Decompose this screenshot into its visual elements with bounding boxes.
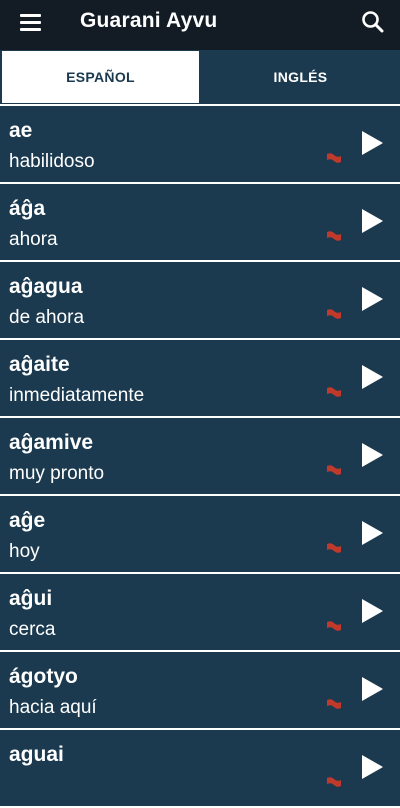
flag-icon[interactable] xyxy=(326,230,342,242)
flag-icon[interactable] xyxy=(326,386,342,398)
guarani-word: aĝamive xyxy=(9,431,94,454)
translation: hacia aquí xyxy=(9,697,97,718)
list-item[interactable]: aĝaite inmediatamente xyxy=(0,340,400,418)
play-icon[interactable] xyxy=(360,754,384,780)
play-icon[interactable] xyxy=(360,520,384,546)
translation: inmediatamente xyxy=(9,385,145,406)
play-icon[interactable] xyxy=(360,130,384,156)
language-tabs: ESPAÑOL INGLÉS xyxy=(0,50,400,104)
list-item[interactable]: aĝe hoy xyxy=(0,496,400,574)
list-item[interactable]: aguai xyxy=(0,730,400,808)
list-item[interactable]: ae habilidoso xyxy=(0,106,400,184)
translation: hoy xyxy=(9,541,40,562)
play-icon[interactable] xyxy=(360,208,384,234)
guarani-word: ágotyo xyxy=(9,665,78,688)
translation: habilidoso xyxy=(9,151,95,172)
list-item[interactable]: aĝamive muy pronto xyxy=(0,418,400,496)
play-icon[interactable] xyxy=(360,442,384,468)
word-list: ae habilidoso áĝa ahora aĝagua de ahora … xyxy=(0,106,400,808)
translation: muy pronto xyxy=(9,463,105,484)
guarani-word: aĝaite xyxy=(9,353,70,376)
flag-icon[interactable] xyxy=(326,152,342,164)
app-title: Guarani Ayvu xyxy=(80,9,218,32)
search-icon[interactable] xyxy=(359,8,387,36)
flag-icon[interactable] xyxy=(326,776,342,788)
play-icon[interactable] xyxy=(360,676,384,702)
guarani-word: aĝagua xyxy=(9,275,83,298)
flag-icon[interactable] xyxy=(326,620,342,632)
flag-icon[interactable] xyxy=(326,698,342,710)
list-item[interactable]: áĝa ahora xyxy=(0,184,400,262)
menu-icon[interactable] xyxy=(18,11,44,37)
play-icon[interactable] xyxy=(360,364,384,390)
flag-icon[interactable] xyxy=(326,464,342,476)
play-icon[interactable] xyxy=(360,598,384,624)
guarani-word: aĝe xyxy=(9,509,46,532)
translation: cerca xyxy=(9,619,56,640)
flag-icon[interactable] xyxy=(326,542,342,554)
translation: ahora xyxy=(9,229,58,250)
list-item[interactable]: aĝagua de ahora xyxy=(0,262,400,340)
guarani-word: áĝa xyxy=(9,197,46,220)
app-bar: Guarani Ayvu xyxy=(0,0,400,50)
tab-espanol[interactable]: ESPAÑOL xyxy=(2,51,199,103)
guarani-word: ae xyxy=(9,119,33,142)
list-item[interactable]: aĝui cerca xyxy=(0,574,400,652)
translation: de ahora xyxy=(9,307,85,328)
guarani-word: aĝui xyxy=(9,587,53,610)
tab-ingles[interactable]: INGLÉS xyxy=(201,50,400,104)
flag-icon[interactable] xyxy=(326,308,342,320)
list-item[interactable]: ágotyo hacia aquí xyxy=(0,652,400,730)
guarani-word: aguai xyxy=(9,743,64,766)
play-icon[interactable] xyxy=(360,286,384,312)
